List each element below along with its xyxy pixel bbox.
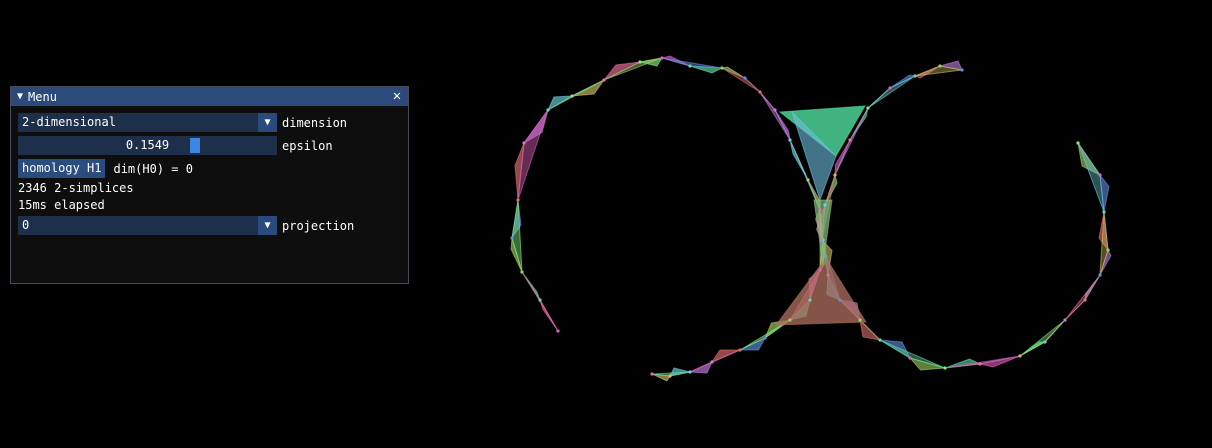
vertex: [833, 173, 837, 177]
vertex: [720, 66, 724, 70]
simplex: [517, 109, 549, 201]
vertex: [1063, 318, 1067, 322]
window-title: Menu: [28, 89, 57, 104]
simplex: [1019, 319, 1066, 357]
dimension-combo-value: 2-dimensional: [22, 115, 116, 129]
vertex: [806, 178, 810, 182]
vertex: [788, 138, 792, 142]
vertex: [660, 56, 664, 60]
vertex: [738, 348, 742, 352]
vertex: [938, 64, 942, 68]
vertex: [743, 76, 747, 80]
elapsed-time: 15ms elapsed: [18, 198, 105, 212]
epsilon-slider[interactable]: 0.1549: [18, 136, 277, 155]
simplex: [721, 67, 761, 93]
vertex: [546, 108, 550, 112]
vertex: [516, 198, 520, 202]
vertex: [668, 374, 672, 378]
vertex: [1043, 340, 1047, 344]
vertex: [818, 208, 822, 212]
homology-row: homology H1 dim(H0) = 0: [18, 159, 193, 178]
projection-label: projection: [282, 218, 355, 233]
simplex: [774, 257, 867, 326]
epsilon-row: 0.1549 epsilon: [18, 136, 333, 155]
vertex: [522, 141, 526, 145]
vertex: [913, 74, 917, 78]
chevron-down-icon[interactable]: ▼: [258, 216, 277, 235]
vertex: [1098, 273, 1102, 277]
vertex: [820, 238, 824, 242]
simplex: [1077, 142, 1105, 213]
vertex: [520, 270, 524, 274]
vertex: [650, 372, 654, 376]
epsilon-slider-grab[interactable]: [190, 138, 200, 153]
vertex: [1076, 141, 1080, 145]
vertex: [818, 268, 822, 272]
vertex: [838, 298, 842, 302]
vertex: [688, 64, 692, 68]
homology-result: dim(H0) = 0: [113, 161, 193, 176]
projection-combo[interactable]: 0 ▼: [18, 216, 277, 235]
vertex: [570, 94, 574, 98]
vertex: [788, 318, 792, 322]
homology-h1-button[interactable]: homology H1: [18, 159, 106, 178]
vertex: [848, 138, 852, 142]
epsilon-value: 0.1549: [125, 138, 170, 152]
simplex: [879, 339, 946, 369]
simplex: [661, 57, 723, 69]
vertex: [538, 298, 542, 302]
vertex: [763, 336, 767, 340]
simplex: [689, 349, 741, 373]
vertex: [758, 90, 762, 94]
vertex: [888, 86, 892, 90]
vertex: [1098, 173, 1102, 177]
vertex: [1083, 298, 1087, 302]
dimension-row: 2-dimensional ▼ dimension: [18, 113, 347, 132]
simplex: [944, 355, 1021, 369]
vertex: [826, 273, 830, 277]
projection-row: 0 ▼ projection: [18, 216, 354, 235]
vertex: [908, 356, 912, 360]
collapse-arrow-icon[interactable]: ▼: [17, 87, 23, 106]
vertex: [943, 366, 947, 370]
vertex: [866, 106, 870, 110]
chevron-down-icon[interactable]: ▼: [258, 113, 277, 132]
projection-combo-value: 0: [22, 218, 30, 232]
vertex: [858, 318, 862, 322]
vertex: [773, 108, 777, 112]
vertex: [978, 362, 982, 366]
menu-window[interactable]: ▼ Menu ✕ 2-dimensional ▼ dimension 0.154…: [10, 86, 409, 284]
vertex: [808, 298, 812, 302]
vertex: [688, 370, 692, 374]
close-icon[interactable]: ✕: [390, 87, 404, 106]
dimension-combo[interactable]: 2-dimensional ▼: [18, 113, 277, 132]
vertex: [602, 78, 606, 82]
vertex: [1018, 354, 1022, 358]
vertex: [556, 329, 560, 333]
dimension-label: dimension: [282, 115, 348, 130]
vertex: [638, 60, 642, 64]
simplex: [1064, 274, 1101, 321]
vertex: [823, 203, 827, 207]
simplex: [547, 79, 605, 111]
menu-title-bar[interactable]: ▼ Menu ✕: [11, 87, 408, 106]
simplex: [867, 75, 916, 109]
vertex: [878, 338, 882, 342]
vertex: [710, 360, 714, 364]
vertex: [1102, 210, 1106, 214]
simplices-count: 2346 2-simplices: [18, 181, 134, 195]
epsilon-label: epsilon: [282, 138, 333, 153]
vertex: [1106, 248, 1110, 252]
vertex: [510, 236, 514, 240]
vertex: [960, 68, 964, 72]
